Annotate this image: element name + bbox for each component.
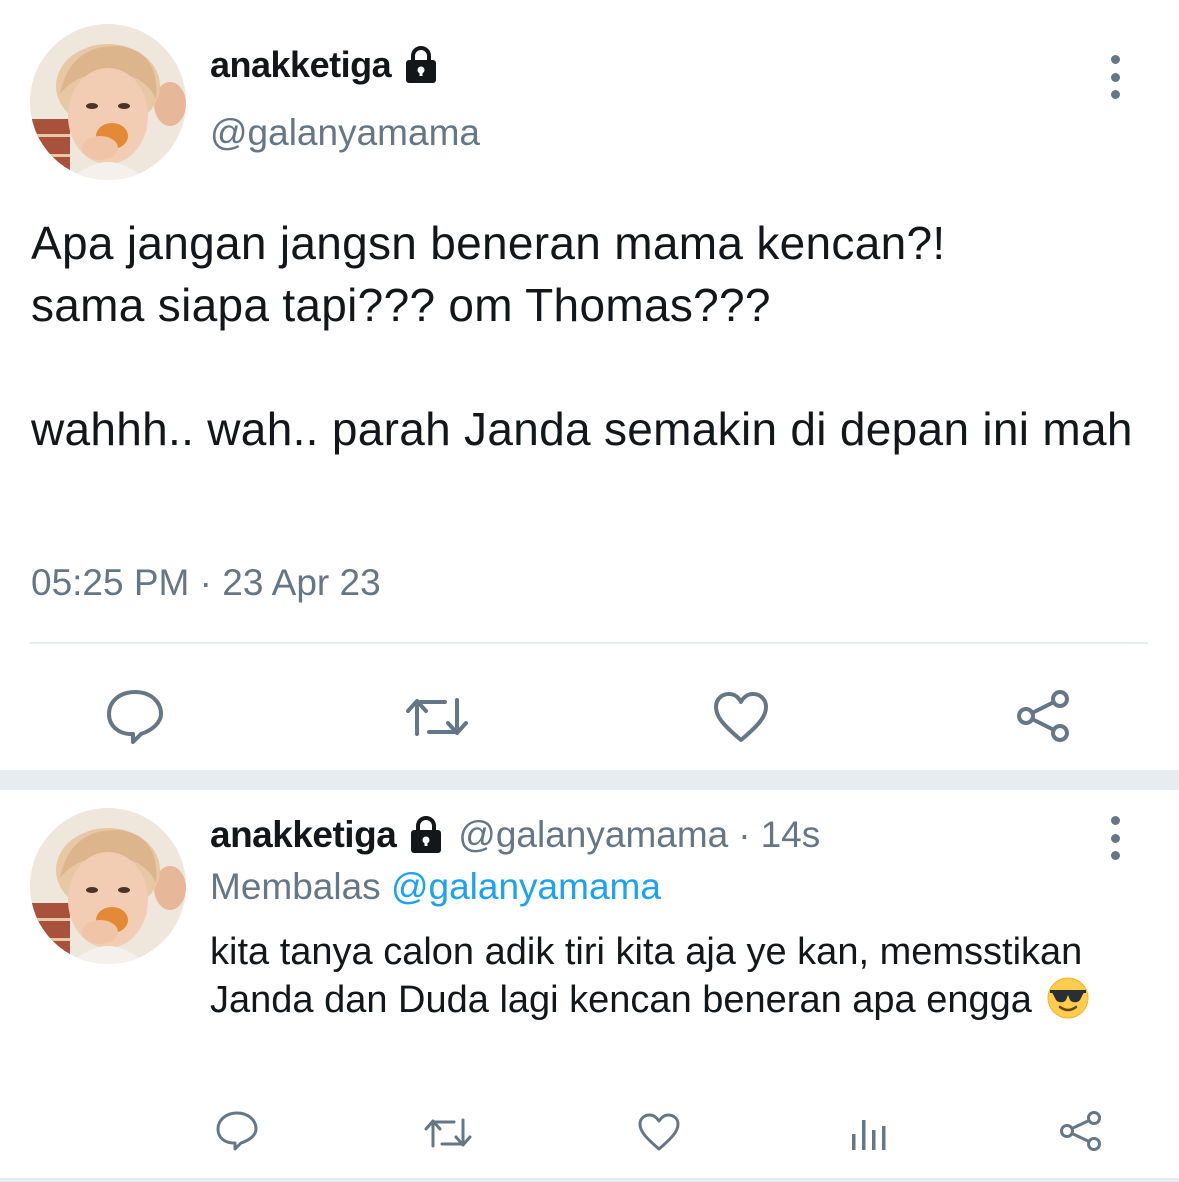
- tweet-time[interactable]: 14s: [761, 814, 821, 856]
- tweet-timestamp[interactable]: 05:25 PM · 23 Apr 23: [31, 562, 381, 604]
- tweet-text-container: kita tanya calon adik tiri kita aja ye k…: [210, 928, 1130, 1024]
- reply-header: anakketiga @galanyamama · 14s: [210, 814, 820, 856]
- divider: [0, 1178, 1179, 1182]
- lock-icon: [401, 45, 441, 85]
- author-name[interactable]: anakketiga: [210, 814, 397, 856]
- share-icon[interactable]: [1058, 1110, 1104, 1152]
- avatar[interactable]: [30, 808, 186, 964]
- analytics-icon[interactable]: [850, 1112, 890, 1152]
- separator: ·: [738, 814, 751, 855]
- reply-icon[interactable]: [105, 688, 165, 744]
- author-handle[interactable]: @galanyamama: [210, 112, 480, 154]
- reply-tweet[interactable]: anakketiga @galanyamama · 14s Membalas @…: [0, 790, 1179, 1182]
- more-options-icon[interactable]: [1105, 816, 1125, 860]
- more-options-icon[interactable]: [1105, 55, 1125, 99]
- share-icon[interactable]: [1014, 688, 1074, 744]
- reply-icon[interactable]: [215, 1110, 259, 1152]
- author-handle[interactable]: @galanyamama: [458, 814, 728, 856]
- replying-to: Membalas @galanyamama: [210, 866, 661, 908]
- like-icon[interactable]: [712, 690, 770, 744]
- replying-label: Membalas: [210, 866, 381, 907]
- retweet-icon[interactable]: [405, 694, 469, 740]
- section-divider: [0, 770, 1179, 790]
- main-tweet: anakketiga @galanyamama Apa jangan jangs…: [0, 0, 1179, 770]
- avatar[interactable]: [30, 24, 186, 180]
- author-name[interactable]: anakketiga: [210, 44, 392, 86]
- divider: [30, 642, 1148, 644]
- tweet-text: kita tanya calon adik tiri kita aja ye k…: [210, 931, 1083, 1021]
- lock-icon: [406, 815, 446, 855]
- like-icon[interactable]: [637, 1112, 681, 1152]
- replying-to-link[interactable]: @galanyamama: [391, 866, 661, 907]
- sunglasses-emoji-icon: [1046, 976, 1090, 1020]
- retweet-icon[interactable]: [424, 1116, 472, 1150]
- author-name-row[interactable]: anakketiga: [210, 44, 441, 86]
- tweet-text: Apa jangan jangsn beneran mama kencan?! …: [31, 217, 1133, 455]
